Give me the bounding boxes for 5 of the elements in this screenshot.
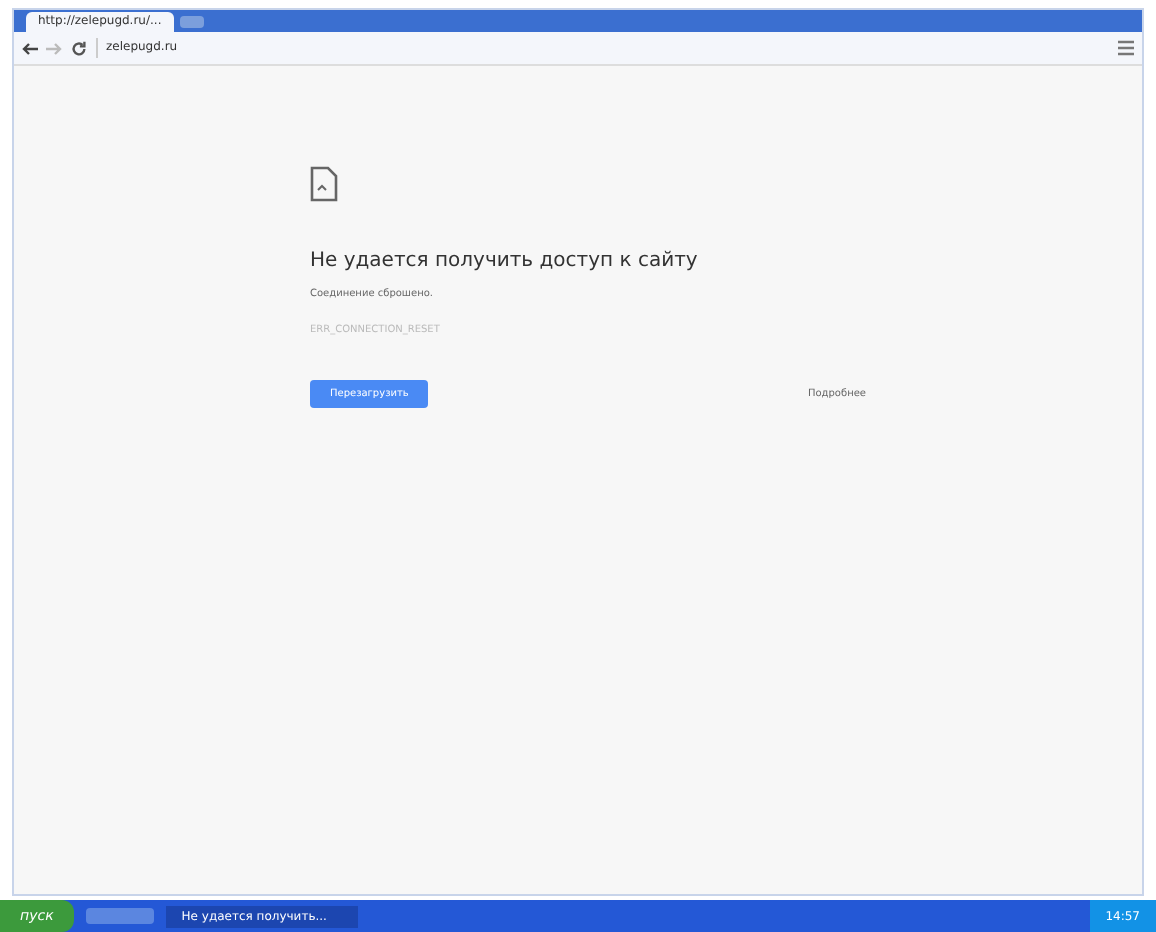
menu-icon[interactable] [1118,40,1134,56]
broken-page-icon [310,166,338,202]
reload-icon[interactable] [70,39,88,57]
error-heading: Не удается получить доступ к сайту [310,250,698,272]
back-icon[interactable] [22,41,38,55]
